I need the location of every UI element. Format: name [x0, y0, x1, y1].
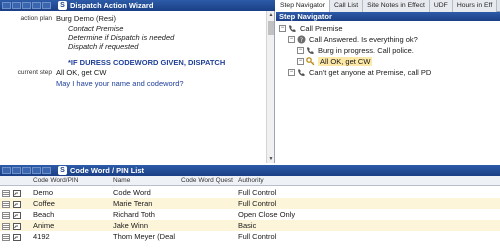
action-plan-label: action plan — [20, 15, 52, 22]
table-row[interactable]: Demo Code Word Full Control — [0, 187, 500, 198]
refresh-icon[interactable]: S — [58, 166, 67, 175]
panel-grip[interactable] — [0, 0, 58, 11]
note-icon[interactable] — [13, 222, 21, 230]
dispatch-wizard-panel: action plan Burg Demo (Resi) Contact Pre… — [0, 11, 275, 163]
scroll-up-icon[interactable]: ▲ — [267, 11, 275, 19]
note-icon[interactable] — [13, 189, 21, 197]
code-word-list: Code Word/PIN Name Code Word Quest Autho… — [0, 176, 500, 249]
scroll-thumb[interactable] — [268, 21, 274, 35]
collapse-icon[interactable]: − — [297, 46, 304, 54]
instruction-line: Determine if Dispatch is needed — [68, 33, 175, 42]
tree-item-cant-get-anyone[interactable]: − Can't get anyone at Premise, call PD — [288, 67, 431, 77]
dispatch-wizard-titlebar: S Dispatch Action Wizard — [0, 0, 275, 11]
question-icon: ? — [297, 35, 306, 44]
phone-icon — [306, 46, 315, 55]
table-row[interactable]: Anime Jake Winn Basic — [0, 220, 500, 231]
note-icon[interactable] — [13, 200, 21, 208]
cell-code-word: Anime — [33, 221, 55, 230]
cell-code-word: Coffee — [33, 199, 55, 208]
step-question: May I have your name and codeword? — [56, 79, 184, 88]
cell-authority: Full Control — [238, 188, 277, 197]
row-menu-icon[interactable] — [2, 222, 10, 230]
current-step-label: current step — [17, 69, 52, 76]
table-row[interactable]: Beach Richard Toth Open Close Only — [0, 209, 500, 220]
tree-item-call-answered[interactable]: − ? Call Answered. Is everything ok? — [288, 34, 418, 44]
collapse-icon[interactable]: − — [297, 57, 304, 65]
tab-step-navigator[interactable]: Step Navigator — [276, 0, 330, 12]
dispatch-scrollbar[interactable]: ▲ ▼ — [266, 11, 274, 163]
tree-item-label: Call Answered. Is everything ok? — [309, 34, 418, 44]
cell-authority: Basic — [238, 221, 257, 230]
cell-authority: Full Control — [238, 199, 277, 208]
collapse-icon[interactable]: − — [288, 68, 295, 76]
tree-item-label: All OK, get CW — [318, 56, 373, 66]
tree-item-all-ok[interactable]: − All OK, get CW — [297, 56, 373, 66]
panel-grip[interactable] — [0, 165, 58, 176]
step-navigator-title: Step Navigator — [276, 12, 500, 21]
phone-icon — [288, 24, 297, 33]
instruction-line: Dispatch if requested — [68, 42, 139, 51]
svg-text:?: ? — [300, 37, 303, 44]
collapse-icon[interactable]: − — [279, 24, 286, 32]
action-plan-value: Burg Demo (Resi) — [56, 14, 117, 23]
key-icon — [306, 56, 315, 66]
row-menu-icon[interactable] — [2, 233, 10, 241]
code-word-list-titlebar: S Code Word / PIN List — [0, 165, 500, 176]
cell-name: Jake Winn — [113, 221, 149, 230]
tree-item-burg-in-progress[interactable]: − Burg in progress. Call police. — [297, 45, 414, 55]
phone-icon — [297, 68, 306, 77]
refresh-icon[interactable]: S — [58, 1, 67, 10]
cell-name: Marie Teran — [113, 199, 153, 208]
tab-bar: Step Navigator Call List Site Notes in E… — [276, 0, 500, 12]
tree-item-label: Can't get anyone at Premise, call PD — [309, 67, 432, 77]
tab-hours[interactable]: Hours in Eff — [452, 0, 498, 12]
code-word-list-title: Code Word / PIN List — [70, 166, 145, 175]
collapse-icon[interactable]: − — [288, 35, 295, 43]
scroll-down-icon[interactable]: ▼ — [267, 155, 275, 163]
tree-item-label: Burg in progress. Call police. — [318, 45, 414, 55]
current-step-value: All OK, get CW — [56, 68, 107, 77]
note-icon[interactable] — [13, 233, 21, 241]
cell-authority: Open Close Only — [238, 210, 296, 219]
row-menu-icon[interactable] — [2, 200, 10, 208]
table-row[interactable]: Coffee Marie Teran Full Control — [0, 198, 500, 209]
tab-site-notes[interactable]: Site Notes in Effect — [363, 0, 430, 12]
cell-name: Richard Toth — [113, 210, 155, 219]
duress-instruction: *IF DURESS CODEWORD GIVEN, DISPATCH — [68, 58, 226, 67]
table-row[interactable]: 4192 Thom Meyer (Deal Full Control — [0, 231, 500, 242]
column-header-code-word[interactable]: Code Word/PIN — [33, 176, 113, 186]
tab-udf[interactable]: UDF — [429, 0, 453, 12]
cell-name: Code Word — [113, 188, 151, 197]
cell-code-word: 4192 — [33, 232, 50, 241]
dispatch-wizard-title: Dispatch Action Wizard — [70, 1, 154, 10]
tree-item-label: Call Premise — [300, 23, 343, 33]
row-menu-icon[interactable] — [2, 211, 10, 219]
tree-item-call-premise[interactable]: − Call Premise — [279, 23, 343, 33]
cell-name: Thom Meyer (Deal — [113, 232, 176, 241]
column-header-authority[interactable]: Authority — [238, 176, 318, 186]
cell-code-word: Demo — [33, 188, 54, 197]
column-header-question[interactable]: Code Word Quest — [181, 176, 237, 186]
cell-code-word: Beach — [33, 210, 55, 219]
note-icon[interactable] — [13, 211, 21, 219]
tab-call-list[interactable]: Call List — [329, 0, 364, 12]
column-header-name[interactable]: Name — [113, 176, 181, 186]
step-navigator-pane: Step Navigator Call List Site Notes in E… — [276, 0, 500, 164]
instruction-line: Contact Premise — [68, 24, 124, 33]
cell-authority: Full Control — [238, 232, 277, 241]
row-menu-icon[interactable] — [2, 189, 10, 197]
